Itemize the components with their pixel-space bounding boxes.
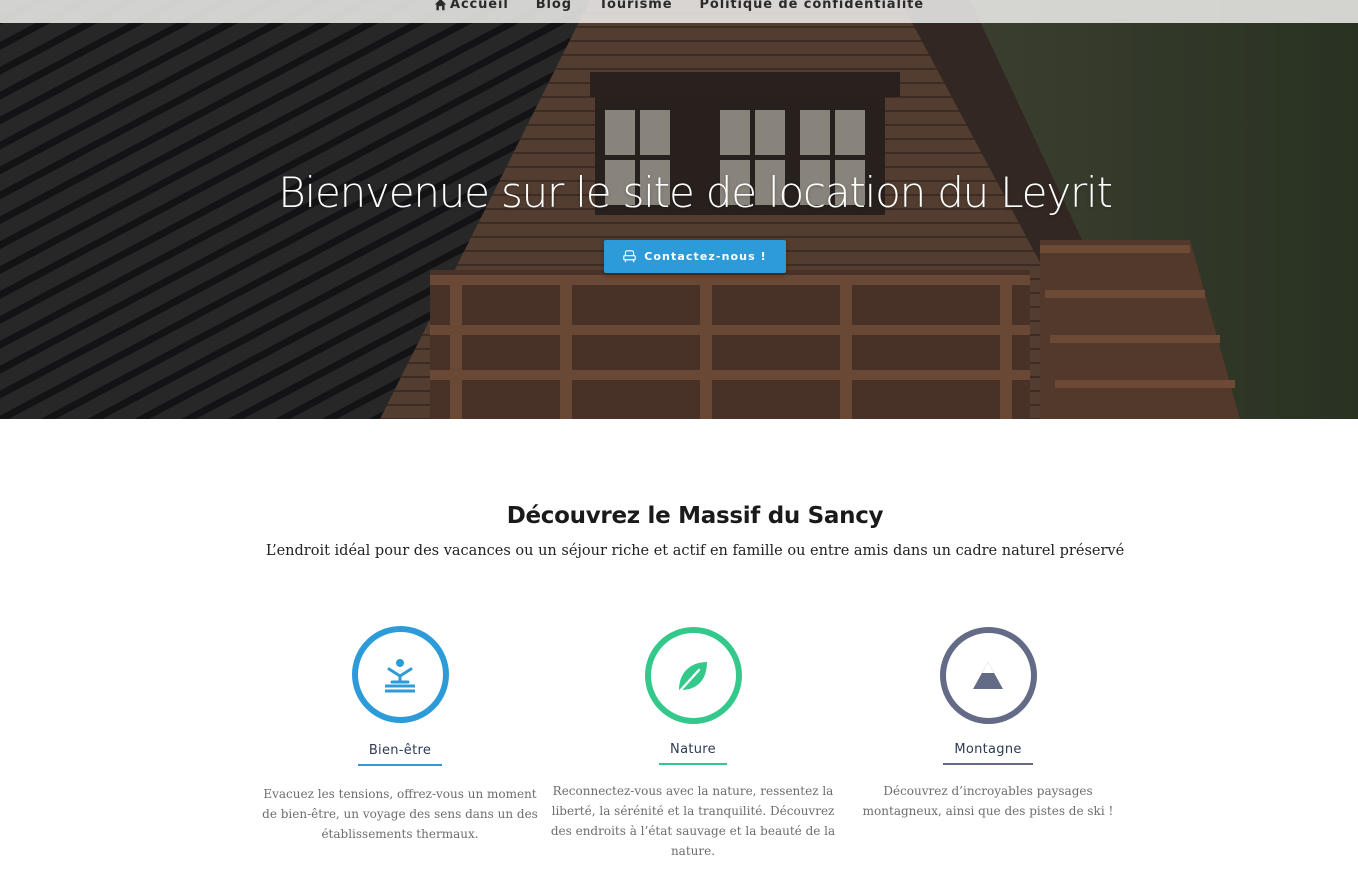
nav-tourisme-label: Tourisme <box>598 0 673 11</box>
feature-bien-etre: Bien-être Evacuez les tensions, offrez-v… <box>255 626 545 844</box>
hero-title: Bienvenue sur le site de location du Ley… <box>278 168 1113 217</box>
mountain-icon <box>973 661 1003 689</box>
feature-montagne-description: Découvrez d’incroyables paysages montagn… <box>862 784 1114 818</box>
hero-banner: Accueil Blog Tourisme Politique de confi… <box>0 0 1358 419</box>
feature-nature-description: Reconnectez-vous avec la nature, ressent… <box>550 784 836 858</box>
main-navigation: Accueil Blog Tourisme Politique de confi… <box>0 0 1358 23</box>
nav-accueil[interactable]: Accueil <box>434 0 509 11</box>
section-title: Découvrez le Massif du Sancy <box>506 503 884 529</box>
nav-tourisme[interactable]: Tourisme <box>599 0 673 11</box>
nav-politique[interactable]: Politique de confidentialité <box>699 0 924 11</box>
leaf-icon <box>677 661 707 693</box>
contact-button-label: Contactez-nous ! <box>644 250 767 263</box>
feature-montagne-circle <box>939 627 1037 724</box>
wellness-icon <box>385 658 415 692</box>
feature-montagne-link[interactable]: Montagne <box>943 742 1033 765</box>
feature-nature-link[interactable]: Nature <box>659 742 727 765</box>
nav-accueil-label: Accueil <box>449 0 509 11</box>
home-icon <box>434 0 447 11</box>
feature-nature-circle <box>644 627 742 724</box>
section-subtitle: L’endroit idéal pour des vacances ou un … <box>265 543 1125 559</box>
feature-bien-etre-link[interactable]: Bien-être <box>357 743 443 766</box>
contact-button[interactable]: Contactez-nous ! <box>604 240 786 273</box>
feature-nature: Nature Reconnectez-vous avec la nature, … <box>548 627 838 861</box>
feature-montagne: Montagne Découvrez d’incroyables paysage… <box>843 627 1133 821</box>
feature-bien-etre-description: Evacuez les tensions, offrez-vous un mom… <box>262 787 538 841</box>
armchair-icon <box>623 250 636 263</box>
nav-blog-label: Blog <box>535 0 572 11</box>
nav-blog[interactable]: Blog <box>536 0 572 11</box>
nav-politique-label: Politique de confidentialité <box>699 0 925 11</box>
feature-bien-etre-circle <box>351 626 449 723</box>
